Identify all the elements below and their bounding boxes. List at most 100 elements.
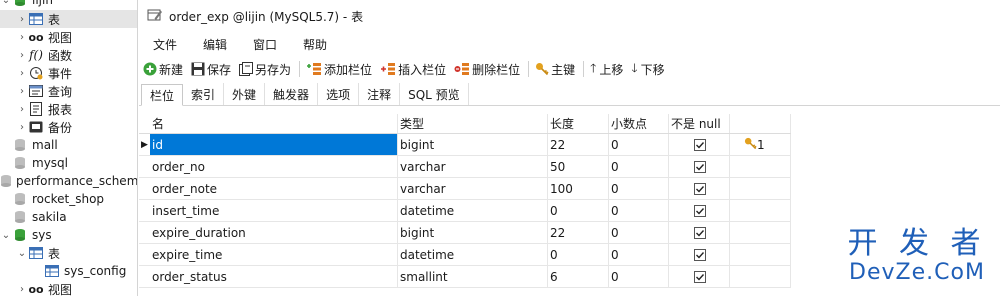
table-row[interactable]: order_note varchar 100 0: [139, 178, 791, 200]
chevron-down-icon[interactable]: ⌄: [16, 248, 28, 259]
field-decimals-cell[interactable]: 0: [609, 156, 669, 177]
primary-key-button[interactable]: 主键: [535, 61, 575, 78]
not-null-checkbox[interactable]: [694, 226, 706, 239]
column-header-length[interactable]: 长度: [548, 114, 609, 133]
table-row[interactable]: insert_time datetime 0 0: [139, 200, 791, 222]
insert-column-button[interactable]: 插入栏位: [380, 61, 446, 78]
chevron-right-icon[interactable]: ›: [16, 50, 28, 61]
tree-item-performance-schema[interactable]: performance_schema: [0, 172, 137, 190]
table-row[interactable]: order_status smallint 6 0: [139, 266, 791, 288]
menu-help[interactable]: 帮助: [295, 36, 345, 53]
field-length-cell[interactable]: 22: [548, 134, 609, 155]
field-name-cell[interactable]: expire_duration: [150, 222, 398, 243]
chevron-right-icon[interactable]: ›: [16, 32, 28, 43]
tree-item-reports[interactable]: › 报表: [0, 100, 137, 118]
column-header-key[interactable]: [730, 114, 791, 133]
chevron-down-icon[interactable]: ⌄: [0, 230, 12, 241]
table-row[interactable]: expire_duration bigint 22 0: [139, 222, 791, 244]
tree-item-sys[interactable]: ⌄ sys: [0, 226, 137, 244]
field-length-cell[interactable]: 0: [548, 200, 609, 221]
field-type-cell[interactable]: varchar: [398, 178, 548, 199]
tree-item-events[interactable]: › 事件: [0, 64, 137, 82]
field-name-cell[interactable]: order_no: [150, 156, 398, 177]
chevron-right-icon[interactable]: ›: [16, 14, 28, 25]
tree-item-functions[interactable]: › f() 函数: [0, 46, 137, 64]
column-header-not-null[interactable]: 不是 null: [669, 114, 730, 133]
tab-foreign-keys[interactable]: 外键: [224, 83, 266, 105]
key-cell[interactable]: 1: [730, 134, 791, 155]
field-name-cell[interactable]: insert_time: [150, 200, 398, 221]
field-type-cell[interactable]: varchar: [398, 156, 548, 177]
tab-fields[interactable]: 栏位: [141, 84, 184, 106]
not-null-checkbox[interactable]: [694, 270, 706, 283]
not-null-checkbox[interactable]: [694, 248, 706, 261]
save-button[interactable]: 保存: [191, 61, 231, 78]
field-name-cell[interactable]: expire_time: [150, 244, 398, 265]
field-name-cell[interactable]: order_status: [150, 266, 398, 287]
tab-options[interactable]: 选项: [318, 83, 360, 105]
tree-item-lijin[interactable]: ⌄ lijin: [0, 0, 137, 9]
field-length-cell[interactable]: 6: [548, 266, 609, 287]
move-up-button[interactable]: 🡑 上移: [590, 59, 623, 80]
key-cell[interactable]: [730, 266, 791, 287]
save-as-button[interactable]: 另存为: [239, 61, 291, 78]
column-header-type[interactable]: 类型: [398, 114, 548, 133]
new-button[interactable]: 新建: [143, 61, 183, 78]
field-decimals-cell[interactable]: 0: [609, 244, 669, 265]
field-decimals-cell[interactable]: 0: [609, 266, 669, 287]
not-null-checkbox[interactable]: [694, 182, 706, 195]
menu-file[interactable]: 文件: [145, 36, 195, 53]
tab-sql-preview[interactable]: SQL 预览: [400, 83, 469, 105]
tree-item-mysql[interactable]: mysql: [0, 154, 137, 172]
not-null-checkbox[interactable]: [694, 160, 706, 173]
chevron-right-icon[interactable]: ›: [16, 284, 28, 295]
table-row[interactable]: expire_time datetime 0 0: [139, 244, 791, 266]
tab-triggers[interactable]: 触发器: [265, 83, 319, 105]
tree-item-tables[interactable]: › 表: [0, 10, 137, 28]
tree-item-sys-config[interactable]: sys_config: [0, 262, 137, 280]
menu-window[interactable]: 窗口: [245, 36, 295, 53]
field-decimals-cell[interactable]: 0: [609, 222, 669, 243]
field-decimals-cell[interactable]: 0: [609, 178, 669, 199]
tab-comment[interactable]: 注释: [359, 83, 401, 105]
tree-item-views[interactable]: › oo 视图: [0, 28, 137, 46]
tree-item-sakila[interactable]: sakila: [0, 208, 137, 226]
add-column-button[interactable]: 添加栏位: [306, 61, 372, 78]
tree-item-mall[interactable]: mall: [0, 136, 137, 154]
key-cell[interactable]: [730, 222, 791, 243]
table-row[interactable]: ▶ id bigint 22 0 1: [139, 134, 791, 156]
menu-edit[interactable]: 编辑: [195, 36, 245, 53]
tab-indexes[interactable]: 索引: [183, 83, 225, 105]
chevron-right-icon[interactable]: ›: [16, 122, 28, 133]
table-row[interactable]: order_no varchar 50 0: [139, 156, 791, 178]
tree-item-sys-views[interactable]: › oo 视图: [0, 280, 137, 296]
chevron-right-icon[interactable]: ›: [16, 68, 28, 79]
field-type-cell[interactable]: smallint: [398, 266, 548, 287]
delete-column-button[interactable]: 删除栏位: [454, 61, 520, 78]
field-decimals-cell[interactable]: 0: [609, 200, 669, 221]
column-header-name[interactable]: 名: [150, 114, 398, 133]
field-length-cell[interactable]: 100: [548, 178, 609, 199]
key-cell[interactable]: [730, 200, 791, 221]
field-type-cell[interactable]: datetime: [398, 244, 548, 265]
field-length-cell[interactable]: 22: [548, 222, 609, 243]
field-length-cell[interactable]: 0: [548, 244, 609, 265]
move-down-button[interactable]: 🡓 下移: [631, 59, 664, 80]
field-name-cell[interactable]: order_note: [150, 178, 398, 199]
key-cell[interactable]: [730, 244, 791, 265]
field-length-cell[interactable]: 50: [548, 156, 609, 177]
not-null-checkbox[interactable]: [694, 138, 706, 151]
field-decimals-cell[interactable]: 0: [609, 134, 669, 155]
field-type-cell[interactable]: bigint: [398, 134, 548, 155]
tree-item-queries[interactable]: › 查询: [0, 82, 137, 100]
key-cell[interactable]: [730, 156, 791, 177]
field-type-cell[interactable]: bigint: [398, 222, 548, 243]
chevron-down-icon[interactable]: ⌄: [0, 0, 12, 6]
key-cell[interactable]: [730, 178, 791, 199]
tree-item-rocket-shop[interactable]: rocket_shop: [0, 190, 137, 208]
field-name-cell[interactable]: id: [150, 134, 398, 155]
chevron-right-icon[interactable]: ›: [16, 86, 28, 97]
not-null-checkbox[interactable]: [694, 204, 706, 217]
tree-item-backups[interactable]: › 备份: [0, 118, 137, 136]
field-type-cell[interactable]: datetime: [398, 200, 548, 221]
